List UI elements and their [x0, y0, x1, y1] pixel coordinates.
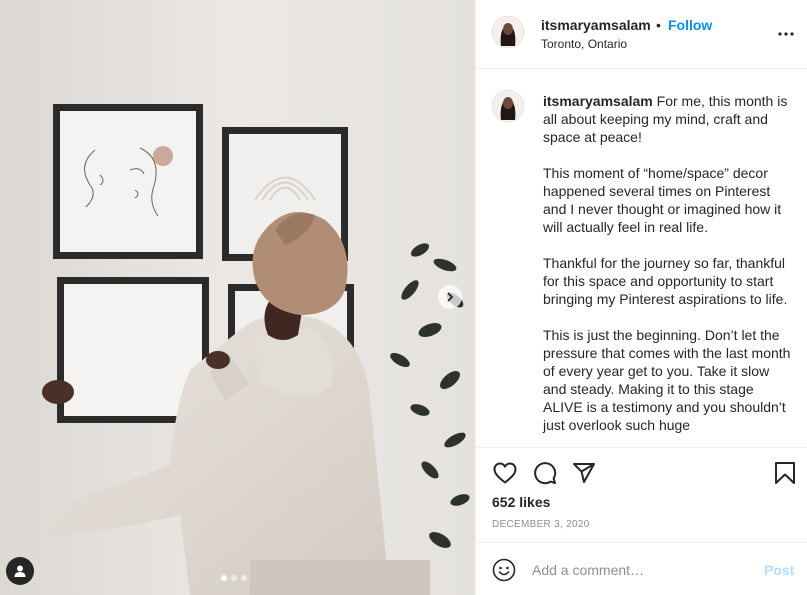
carousel-dot — [231, 575, 237, 581]
bookmark-icon — [775, 462, 795, 484]
avatar-image — [492, 16, 524, 48]
post-comment-button[interactable]: Post — [764, 562, 794, 578]
share-icon — [573, 463, 595, 483]
tagged-users-button[interactable] — [6, 557, 34, 585]
emoji-button[interactable] — [492, 558, 516, 582]
caption-paragraph: itsmaryamsalam For me, this month is all… — [543, 92, 793, 146]
author-username[interactable]: itsmaryamsalam — [541, 17, 651, 33]
carousel-dot-active — [221, 575, 227, 581]
caption-username[interactable]: itsmaryamsalam — [543, 93, 653, 109]
likes-count[interactable]: 652 likes — [492, 494, 550, 510]
caption-paragraph: This moment of “home/space” decor happen… — [543, 165, 782, 235]
comment-input[interactable] — [532, 560, 752, 580]
author-avatar[interactable] — [492, 16, 524, 48]
caption-paragraph: This is just the beginning. Don’t let th… — [543, 327, 791, 433]
follow-button[interactable]: Follow — [668, 17, 712, 33]
next-slide-button[interactable] — [438, 285, 462, 309]
caption-paragraph: Thankful for the journey so far, thankfu… — [543, 255, 788, 307]
post-header: itsmaryamsalam • Follow Toronto, Ontario — [476, 0, 807, 69]
carousel-dot — [241, 575, 247, 581]
photo-illustration — [0, 0, 475, 595]
caption-avatar[interactable] — [492, 90, 524, 122]
comment-icon — [534, 462, 557, 485]
post-date[interactable]: DECEMBER 3, 2020 — [492, 519, 590, 530]
like-button[interactable] — [492, 460, 518, 486]
more-icon — [778, 32, 794, 36]
post-caption: itsmaryamsalam For me, this month is all… — [543, 92, 793, 447]
post-photo[interactable] — [0, 0, 475, 595]
avatar-image — [492, 90, 524, 122]
action-bar: 652 likes DECEMBER 3, 2020 — [476, 447, 807, 542]
more-options-button[interactable] — [776, 24, 796, 44]
instagram-post: itsmaryamsalam • Follow Toronto, Ontario… — [0, 0, 807, 595]
emoji-icon — [492, 558, 516, 582]
carousel-indicator — [221, 575, 247, 581]
caption-area: itsmaryamsalam For me, this month is all… — [476, 70, 807, 447]
heart-icon — [493, 462, 517, 484]
save-button[interactable] — [772, 460, 798, 486]
add-comment-bar: Post — [476, 542, 807, 595]
comment-button[interactable] — [532, 460, 558, 486]
share-button[interactable] — [571, 460, 597, 486]
separator-dot: • — [656, 17, 661, 33]
post-side-panel: itsmaryamsalam • Follow Toronto, Ontario… — [475, 0, 807, 595]
chevron-right-icon — [447, 292, 454, 302]
post-location[interactable]: Toronto, Ontario — [541, 37, 627, 51]
user-tag-icon — [14, 565, 26, 577]
